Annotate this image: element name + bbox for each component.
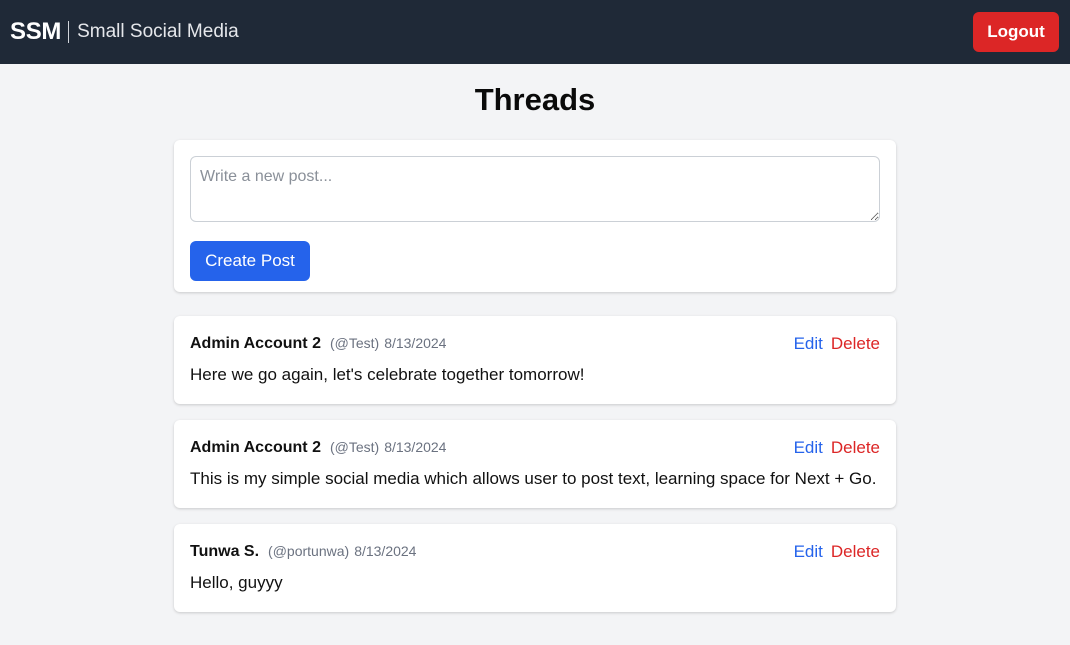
- post-handle: (@Test): [329, 334, 380, 351]
- brand[interactable]: SSM Small Social Media: [10, 18, 239, 46]
- post-body: This is my simple social media which all…: [190, 469, 877, 488]
- post-handle: (@Test): [329, 438, 380, 455]
- page-title: Threads: [474, 82, 596, 117]
- post-card: Admin Account 2 (@Test) 8/13/2024 Edit D…: [174, 316, 896, 404]
- post-header: Admin Account 2 (@Test) 8/13/2024 Edit D…: [190, 333, 880, 354]
- top-navbar: SSM Small Social Media Logout: [0, 0, 1070, 64]
- post-date: 8/13/2024: [354, 542, 417, 559]
- post-header: Admin Account 2 (@Test) 8/13/2024 Edit D…: [190, 437, 880, 458]
- edit-post-button[interactable]: Edit: [794, 542, 823, 562]
- new-post-composer: Create Post: [174, 140, 896, 292]
- post-actions: Edit Delete: [794, 334, 880, 354]
- post-actions: Edit Delete: [794, 542, 880, 562]
- post-body: Hello, guyyy: [190, 573, 283, 592]
- brand-divider: [68, 21, 70, 43]
- post-actions: Edit Delete: [794, 438, 880, 458]
- post-header: Tunwa S. (@portunwa) 8/13/2024 Edit Dele…: [190, 541, 880, 562]
- edit-post-button[interactable]: Edit: [794, 334, 823, 354]
- delete-post-button[interactable]: Delete: [831, 438, 880, 458]
- brand-logo-text: SSM: [10, 18, 62, 45]
- post-author: Admin Account 2: [190, 334, 321, 352]
- create-post-button[interactable]: Create Post: [190, 241, 310, 281]
- brand-name: Small Social Media: [77, 21, 239, 42]
- delete-post-button[interactable]: Delete: [831, 334, 880, 354]
- post-date: 8/13/2024: [384, 438, 447, 455]
- post-meta: Admin Account 2 (@Test) 8/13/2024: [190, 439, 446, 457]
- post-card: Admin Account 2 (@Test) 8/13/2024 Edit D…: [174, 420, 896, 508]
- post-meta: Admin Account 2 (@Test) 8/13/2024: [190, 335, 446, 353]
- post-author: Tunwa S.: [190, 542, 260, 560]
- post-date: 8/13/2024: [384, 334, 447, 351]
- post-meta: Tunwa S. (@portunwa) 8/13/2024: [190, 543, 416, 561]
- post-author: Admin Account 2: [190, 438, 321, 456]
- delete-post-button[interactable]: Delete: [831, 542, 880, 562]
- logout-button[interactable]: Logout: [973, 12, 1059, 52]
- threads-container: Create Post Admin Account 2 (@Test) 8/13…: [174, 140, 896, 612]
- post-handle: (@portunwa): [268, 542, 350, 559]
- edit-post-button[interactable]: Edit: [794, 438, 823, 458]
- new-post-input[interactable]: [190, 156, 880, 222]
- post-card: Tunwa S. (@portunwa) 8/13/2024 Edit Dele…: [174, 524, 896, 612]
- post-body: Here we go again, let's celebrate togeth…: [190, 365, 585, 384]
